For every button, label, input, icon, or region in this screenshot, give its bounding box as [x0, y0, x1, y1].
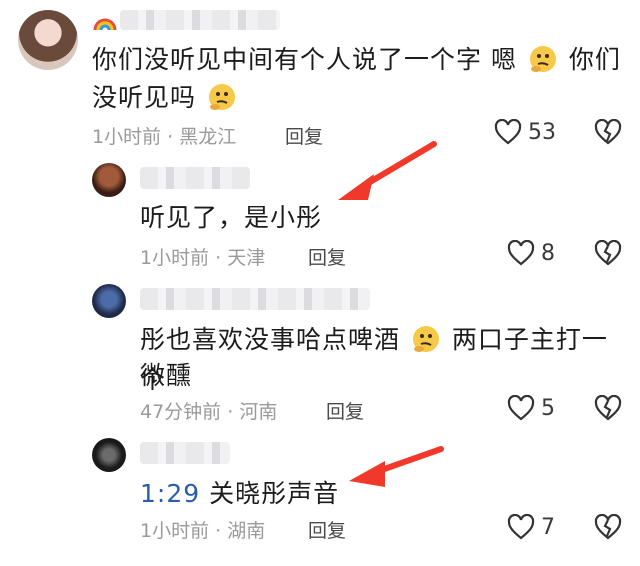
annotation-arrow	[338, 141, 437, 200]
broken-heart-icon[interactable]	[594, 240, 622, 266]
avatar[interactable]	[18, 10, 78, 70]
reply-button[interactable]: 回复	[285, 122, 323, 149]
comment-text: 没听见吗	[92, 78, 632, 118]
comment-meta: 1小时前 · 黑龙江	[92, 126, 237, 148]
username-blurred[interactable]	[120, 10, 280, 30]
username-blurred[interactable]	[140, 167, 250, 189]
like-count: 8	[541, 241, 555, 266]
comment-meta: 1小时前 · 天津	[140, 247, 266, 269]
thinking-face-emoji	[412, 326, 439, 352]
broken-heart-icon[interactable]	[594, 514, 622, 540]
like-count: 53	[528, 120, 556, 145]
comment-text: 彤也喜欢没事哈点啤酒 两口子主打一个	[140, 325, 608, 394]
avatar[interactable]	[92, 284, 126, 318]
avatar[interactable]	[92, 163, 126, 197]
rainbow-emoji	[93, 18, 117, 31]
annotation-arrow	[349, 446, 444, 487]
broken-heart-icon[interactable]	[594, 395, 622, 421]
avatar[interactable]	[92, 438, 126, 472]
like-count: 7	[541, 515, 555, 540]
comment-text: 微醺	[140, 361, 193, 390]
heart-outline-icon[interactable]	[494, 119, 522, 145]
thinking-face-emoji	[208, 84, 235, 110]
username-blurred[interactable]	[140, 288, 370, 310]
video-timestamp-link[interactable]: 1:29	[140, 479, 200, 508]
reply-button[interactable]: 回复	[326, 397, 364, 424]
broken-heart-icon[interactable]	[594, 119, 622, 145]
comment-text: 你们没听见中间有个人说了一个字 嗯 你们	[92, 45, 621, 74]
reply-button[interactable]: 回复	[308, 516, 346, 543]
comment-meta: 1小时前 · 湖南	[140, 520, 266, 542]
comment-text: 听见了，是小彤	[140, 203, 323, 232]
reply-button[interactable]: 回复	[308, 243, 346, 270]
thinking-face-emoji	[529, 46, 556, 72]
like-count: 5	[541, 396, 555, 421]
heart-outline-icon[interactable]	[507, 240, 535, 266]
heart-outline-icon[interactable]	[507, 514, 535, 540]
comment-meta: 47分钟前 · 河南	[140, 401, 278, 423]
username-blurred[interactable]	[140, 442, 230, 464]
comment-text: 1:29 关晓彤声音	[140, 479, 340, 508]
heart-outline-icon[interactable]	[507, 395, 535, 421]
